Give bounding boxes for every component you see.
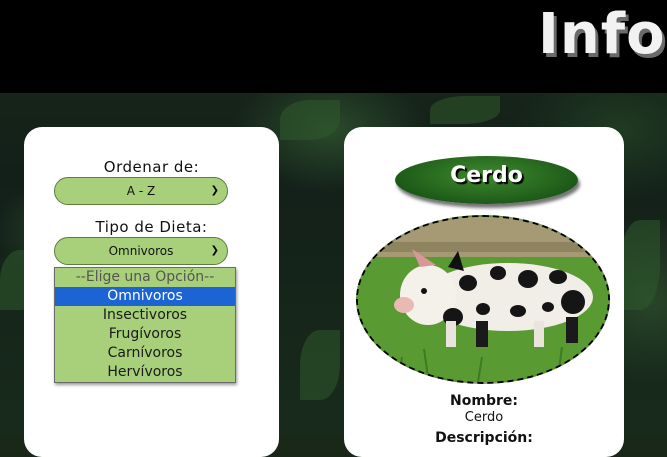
diet-option-placeholder[interactable]: --Elige una Opción-- bbox=[55, 268, 235, 287]
diet-option-omnivoros[interactable]: Omnivoros bbox=[55, 287, 235, 306]
animal-name-badge-text: Cerdo bbox=[450, 163, 523, 188]
sort-select-value: A - Z bbox=[126, 184, 156, 198]
pig-photo bbox=[356, 215, 610, 384]
page-title: Info bbox=[538, 2, 666, 67]
animal-name-badge: Cerdo bbox=[395, 156, 578, 204]
chevron-down-icon: ❯ bbox=[210, 185, 219, 196]
diet-option-carnivoros[interactable]: Carnívoros bbox=[55, 344, 235, 363]
name-value: Cerdo bbox=[464, 410, 504, 425]
sort-label: Ordenar de: bbox=[103, 158, 200, 176]
diet-option-insectivoros[interactable]: Insectivoros bbox=[55, 306, 235, 325]
chevron-down-icon: ❯ bbox=[210, 245, 219, 256]
diet-option-hervivoros[interactable]: Hervívoros bbox=[55, 363, 235, 382]
header-bar: Info bbox=[0, 0, 667, 93]
pig-image-icon bbox=[358, 217, 608, 382]
description-label: Descripción: bbox=[435, 430, 533, 446]
name-label: Nombre: bbox=[450, 393, 518, 409]
diet-select-value: Omnivoros bbox=[108, 244, 174, 258]
diet-option-frugivoros[interactable]: Frugívoros bbox=[55, 325, 235, 344]
diet-select[interactable]: Omnivoros ❯ bbox=[54, 237, 228, 265]
sort-select[interactable]: A - Z ❯ bbox=[54, 177, 228, 205]
diet-dropdown-list: --Elige una Opción-- Omnivoros Insectivo… bbox=[54, 267, 236, 383]
diet-label: Tipo de Dieta: bbox=[95, 218, 208, 236]
